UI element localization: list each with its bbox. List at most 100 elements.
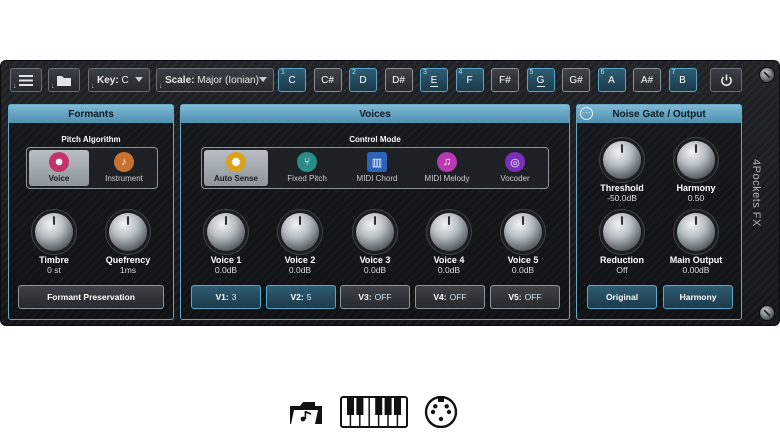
voice-button-name: V3: [358, 292, 372, 302]
voice-button-value: OFF [449, 292, 467, 302]
harmony-output-button[interactable]: Harmony [663, 285, 733, 309]
quefrency-knob[interactable] [109, 213, 147, 251]
voice-2-knob[interactable] [281, 213, 319, 251]
voice-4-knob[interactable] [430, 213, 468, 251]
note-key-c-sharp[interactable]: C# [313, 68, 342, 92]
voices-panel: Voices Control Mode ✺ Auto Sense ⑂ Fixed… [180, 104, 570, 320]
piano-icon: ▥ [367, 152, 387, 172]
note-label: F# [499, 74, 511, 86]
screw-icon [760, 68, 774, 82]
harmony-knob[interactable] [677, 141, 715, 179]
algorithm-instrument[interactable]: ♪ Instrument [93, 150, 155, 186]
voice-4-value: 0.0dB [437, 265, 461, 275]
voice-4-label: Voice 4 [433, 255, 465, 265]
voice-3-interval-button[interactable]: V3: OFF [340, 285, 410, 309]
folder-music-icon[interactable] [288, 396, 324, 428]
note-key-b[interactable]: 7B [668, 68, 697, 92]
voice-1-interval-button[interactable]: V1: 3 [191, 285, 261, 309]
timbre-knob[interactable] [35, 213, 73, 251]
note-key-e[interactable]: 3E [420, 68, 448, 92]
key-dropdown[interactable]: ↓ Key: C [88, 68, 150, 92]
original-button[interactable]: Original [587, 285, 657, 309]
timbre-label: Timbre [39, 255, 69, 265]
note-key-a-sharp[interactable]: A# [633, 68, 661, 92]
note-label: A [608, 74, 615, 86]
note-key-f-sharp[interactable]: F# [491, 68, 519, 92]
note-key-d-sharp[interactable]: D# [384, 68, 413, 92]
voice-3-knob[interactable] [356, 213, 394, 251]
midi-port-icon[interactable] [424, 395, 458, 429]
voice-button-value: 5 [306, 292, 312, 302]
mode-fixed-pitch-label: Fixed Pitch [287, 174, 327, 183]
main-output-knob[interactable] [677, 213, 715, 251]
guitar-icon: ♪ [114, 152, 134, 172]
note-key-g[interactable]: 5G [526, 68, 555, 92]
note-label: D# [392, 74, 405, 86]
voice-1-knob[interactable] [207, 213, 245, 251]
note-key-f[interactable]: 4F [455, 68, 484, 92]
voice-button-name: V1: [215, 292, 229, 302]
note-key-g-sharp[interactable]: G# [562, 68, 590, 92]
note-number: 5 [529, 69, 534, 76]
control-mode-selector: ✺ Auto Sense ⑂ Fixed Pitch ▥ MIDI Chord … [201, 147, 549, 189]
bypass-button[interactable] [710, 68, 742, 92]
note-underline [430, 86, 438, 87]
control-mode-label: Control Mode [349, 135, 401, 144]
formant-preservation-button[interactable]: Formant Preservation [18, 285, 164, 309]
voice-button-value: 3 [231, 292, 237, 302]
note-number: 7 [671, 69, 676, 76]
threshold-label: Threshold [600, 183, 644, 193]
note-label: B [679, 74, 686, 86]
pitch-algorithm-selector: ☻ Voice ♪ Instrument [26, 147, 158, 189]
key-label: Key: [97, 74, 119, 86]
more-options-icon[interactable]: ··· [580, 107, 593, 120]
folder-icon [57, 75, 71, 86]
quefrency-label: Quefrency [105, 255, 151, 265]
mode-auto-sense[interactable]: ✺ Auto Sense [204, 150, 268, 186]
mode-auto-sense-label: Auto Sense [213, 174, 258, 183]
note-key-c[interactable]: 1C [278, 68, 306, 92]
mode-midi-chord[interactable]: ▥ MIDI Chord [344, 150, 410, 186]
mode-fixed-pitch[interactable]: ⑂ Fixed Pitch [274, 150, 340, 186]
voice-3-label: Voice 3 [359, 255, 391, 265]
timbre-value: 0 st [47, 265, 61, 275]
voice-5-knob[interactable] [504, 213, 542, 251]
note-number: 4 [458, 69, 463, 76]
voice-4-interval-button[interactable]: V4: OFF [415, 285, 485, 309]
mode-vocoder[interactable]: ◎ Vocoder [484, 150, 546, 186]
voice-3-value: 0.0dB [363, 265, 387, 275]
note-key-d[interactable]: 2D [349, 68, 377, 92]
voice-2-value: 0.0dB [288, 265, 312, 275]
harmony-label: Harmony [676, 183, 716, 193]
algorithm-voice[interactable]: ☻ Voice [29, 150, 89, 186]
note-label: G [536, 74, 545, 86]
presets-button[interactable]: ↓ [48, 68, 80, 92]
note-number: 3 [423, 69, 427, 76]
reduction-value: Off [616, 265, 628, 275]
note-label: G# [569, 74, 583, 86]
voice-button-value: OFF [524, 292, 542, 302]
voice-button-name: V2: [290, 292, 304, 302]
note-label: C [288, 74, 296, 86]
menu-button[interactable]: ↓ [10, 68, 42, 92]
threshold-knob[interactable] [603, 141, 641, 179]
note-key-a[interactable]: 6A [597, 68, 626, 92]
harmony-value: 0.50 [687, 193, 705, 203]
note-number: 1 [281, 69, 285, 76]
reduction-knob[interactable] [603, 213, 641, 251]
noise-gate-title: Noise Gate / Output [577, 105, 741, 123]
voice-button-name: V4: [433, 292, 447, 302]
scale-dropdown[interactable]: ↓ Scale: Major (Ionian) [156, 68, 274, 92]
scale-label: Scale: [165, 74, 195, 86]
noise-gate-panel: Noise Gate / Output ··· Threshold -50.0d… [576, 104, 742, 320]
piano-keyboard-icon[interactable] [340, 396, 408, 428]
music-note-icon: ♫ [437, 152, 457, 172]
key-value: C [121, 74, 129, 86]
auto-sense-icon: ✺ [226, 152, 246, 172]
note-label: C# [321, 74, 334, 86]
voice-5-interval-button[interactable]: V5: OFF [490, 285, 560, 309]
voices-title: Voices [181, 105, 569, 123]
voice-2-interval-button[interactable]: V2: 5 [266, 285, 336, 309]
vocoder-icon: ◎ [505, 152, 525, 172]
mode-midi-melody[interactable]: ♫ MIDI Melody [414, 150, 480, 186]
